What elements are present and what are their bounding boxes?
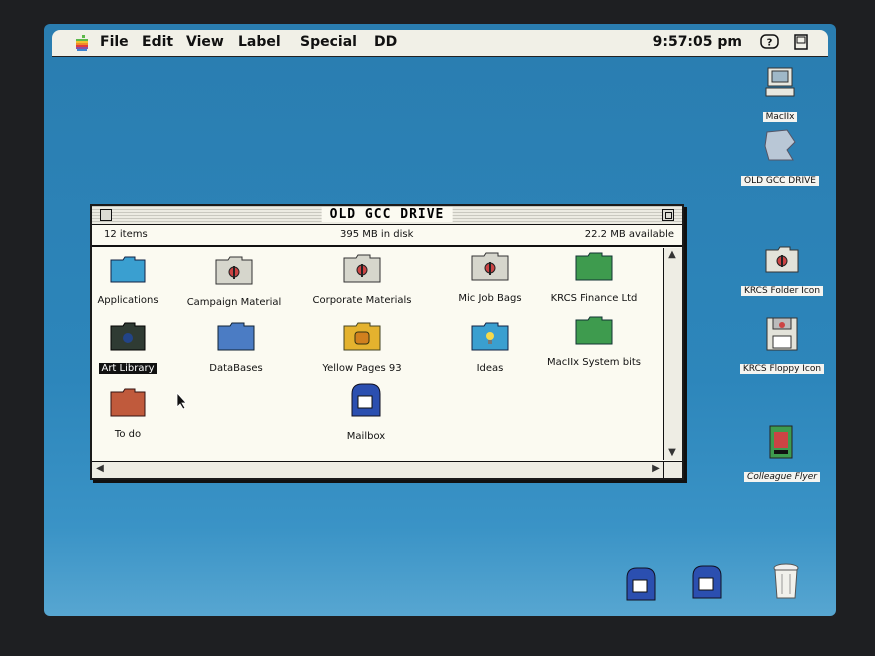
file-label: DataBases <box>209 363 263 374</box>
file-item-art-library[interactable]: Art Library <box>68 320 188 375</box>
desktop-icon-colleague-flyer[interactable]: Colleague Flyer <box>734 424 830 483</box>
scroll-right-arrow-icon[interactable]: ▶ <box>648 462 664 476</box>
folder-icon <box>575 316 613 345</box>
finder-window[interactable]: OLD GCC DRIVE 12 items 395 MB in disk 22… <box>90 204 684 480</box>
mailbox-icon <box>626 567 656 601</box>
menu-special[interactable]: Special <box>300 34 357 50</box>
file-label: Mailbox <box>346 431 386 442</box>
menu-view[interactable]: View <box>186 34 224 50</box>
scroll-up-arrow-icon[interactable]: ▲ <box>664 248 680 262</box>
item-count: 12 items <box>104 229 148 240</box>
folder-icon <box>110 256 146 283</box>
file-label: Applications <box>97 295 159 306</box>
file-item-ideas[interactable]: Ideas <box>430 320 550 375</box>
file-item-mic-job-bags[interactable]: Mic Job Bags <box>430 250 550 305</box>
desktop-icon-old-gcc-drive[interactable]: OLD GCC DRIVE <box>734 126 826 187</box>
available-space: 22.2 MB available <box>584 229 674 240</box>
file-label: KRCS Finance Ltd <box>550 293 638 304</box>
file-item-corporate-materials[interactable]: Corporate Materials <box>302 252 422 307</box>
folder-icon <box>343 322 381 351</box>
desktop-icon-trash[interactable] <box>766 560 806 606</box>
desktop-icon-label: OLD GCC DRIVE <box>741 176 819 186</box>
desktop-icon-mailbox-out[interactable] <box>684 562 730 606</box>
desktop-icon-krcs-folder[interactable]: KRCS Folder Icon <box>734 244 830 297</box>
file-label: Art Library <box>99 363 157 374</box>
menu-bar: File Edit View Label Special DD 9:57:05 … <box>52 30 828 57</box>
menu-edit[interactable]: Edit <box>142 34 173 50</box>
mouse-pointer-icon <box>176 392 187 410</box>
file-item-databases[interactable]: DataBases <box>176 320 296 375</box>
desktop-icon-maciix[interactable]: MacIIx <box>750 66 810 123</box>
menu-dd[interactable]: DD <box>374 34 397 50</box>
desktop-icon-label: Colleague Flyer <box>744 472 820 482</box>
disk-usage: 395 MB in disk <box>340 229 414 240</box>
window-info-bar: 12 items 395 MB in disk 22.2 MB availabl… <box>92 225 682 247</box>
horizontal-scrollbar[interactable]: ◀ ▶ <box>92 461 664 478</box>
folder-icon <box>215 256 253 285</box>
folder-icon <box>575 252 613 281</box>
folder-icon <box>110 388 146 417</box>
floppy-icon <box>766 317 798 351</box>
folder-icon <box>471 252 509 281</box>
trash-icon <box>773 563 799 599</box>
vertical-scrollbar[interactable]: ▲ ▼ <box>663 248 682 460</box>
file-label: Mic Job Bags <box>458 293 522 304</box>
application-menu-icon[interactable] <box>794 34 808 52</box>
apple-logo-icon[interactable] <box>74 34 90 52</box>
svg-text:?: ? <box>767 38 773 49</box>
file-label: MacIIx System bits <box>547 357 641 368</box>
file-item-applications[interactable]: Applications <box>68 254 188 307</box>
folder-icon <box>471 322 509 351</box>
hard-disk-icon <box>764 129 796 161</box>
folder-icon <box>217 322 255 351</box>
close-box-icon[interactable] <box>100 209 112 221</box>
menubar-clock[interactable]: 9:57:05 pm <box>653 34 742 50</box>
desktop-icon-label: MacIIx <box>762 112 798 122</box>
file-item-to-do[interactable]: To do <box>68 386 188 441</box>
file-label: Ideas <box>476 363 504 374</box>
file-label: Corporate Materials <box>312 295 412 306</box>
desktop-icon-label: KRCS Floppy Icon <box>739 364 825 374</box>
desktop-icon-mailbox-in[interactable] <box>618 564 664 608</box>
file-label: Yellow Pages 93 <box>322 363 402 374</box>
menu-file[interactable]: File <box>100 34 129 50</box>
resize-box-icon[interactable] <box>663 461 682 478</box>
folder-icon <box>110 322 146 351</box>
window-title-bar[interactable]: OLD GCC DRIVE <box>92 206 682 225</box>
folder-icon <box>343 254 381 283</box>
window-title: OLD GCC DRIVE <box>321 207 453 222</box>
window-content[interactable]: Applications Campaign Material Corporate… <box>92 248 662 460</box>
file-item-yellow-pages[interactable]: Yellow Pages 93 <box>302 320 422 375</box>
folder-icon <box>765 246 799 273</box>
file-label: Campaign Material <box>186 297 282 308</box>
mailbox-icon <box>351 383 381 417</box>
desktop-icon-krcs-floppy[interactable]: KRCS Floppy Icon <box>734 316 830 375</box>
menu-label[interactable]: Label <box>238 34 281 50</box>
scroll-down-arrow-icon[interactable]: ▼ <box>664 446 680 460</box>
mailbox-icon <box>692 565 722 599</box>
document-icon <box>769 425 793 459</box>
balloon-help-icon[interactable]: ? <box>760 34 780 52</box>
file-item-mailbox[interactable]: Mailbox <box>306 380 426 443</box>
file-label: To do <box>114 429 142 440</box>
file-item-maciix-system-bits[interactable]: MacIIx System bits <box>534 314 654 369</box>
computer-icon <box>765 67 795 97</box>
file-item-krcs-finance[interactable]: KRCS Finance Ltd <box>534 250 654 305</box>
zoom-box-icon[interactable] <box>662 209 674 221</box>
scroll-left-arrow-icon[interactable]: ◀ <box>92 462 108 476</box>
file-item-campaign-material[interactable]: Campaign Material <box>174 254 294 309</box>
desktop[interactable]: File Edit View Label Special DD 9:57:05 … <box>44 24 836 616</box>
desktop-icon-label: KRCS Folder Icon <box>740 286 824 296</box>
